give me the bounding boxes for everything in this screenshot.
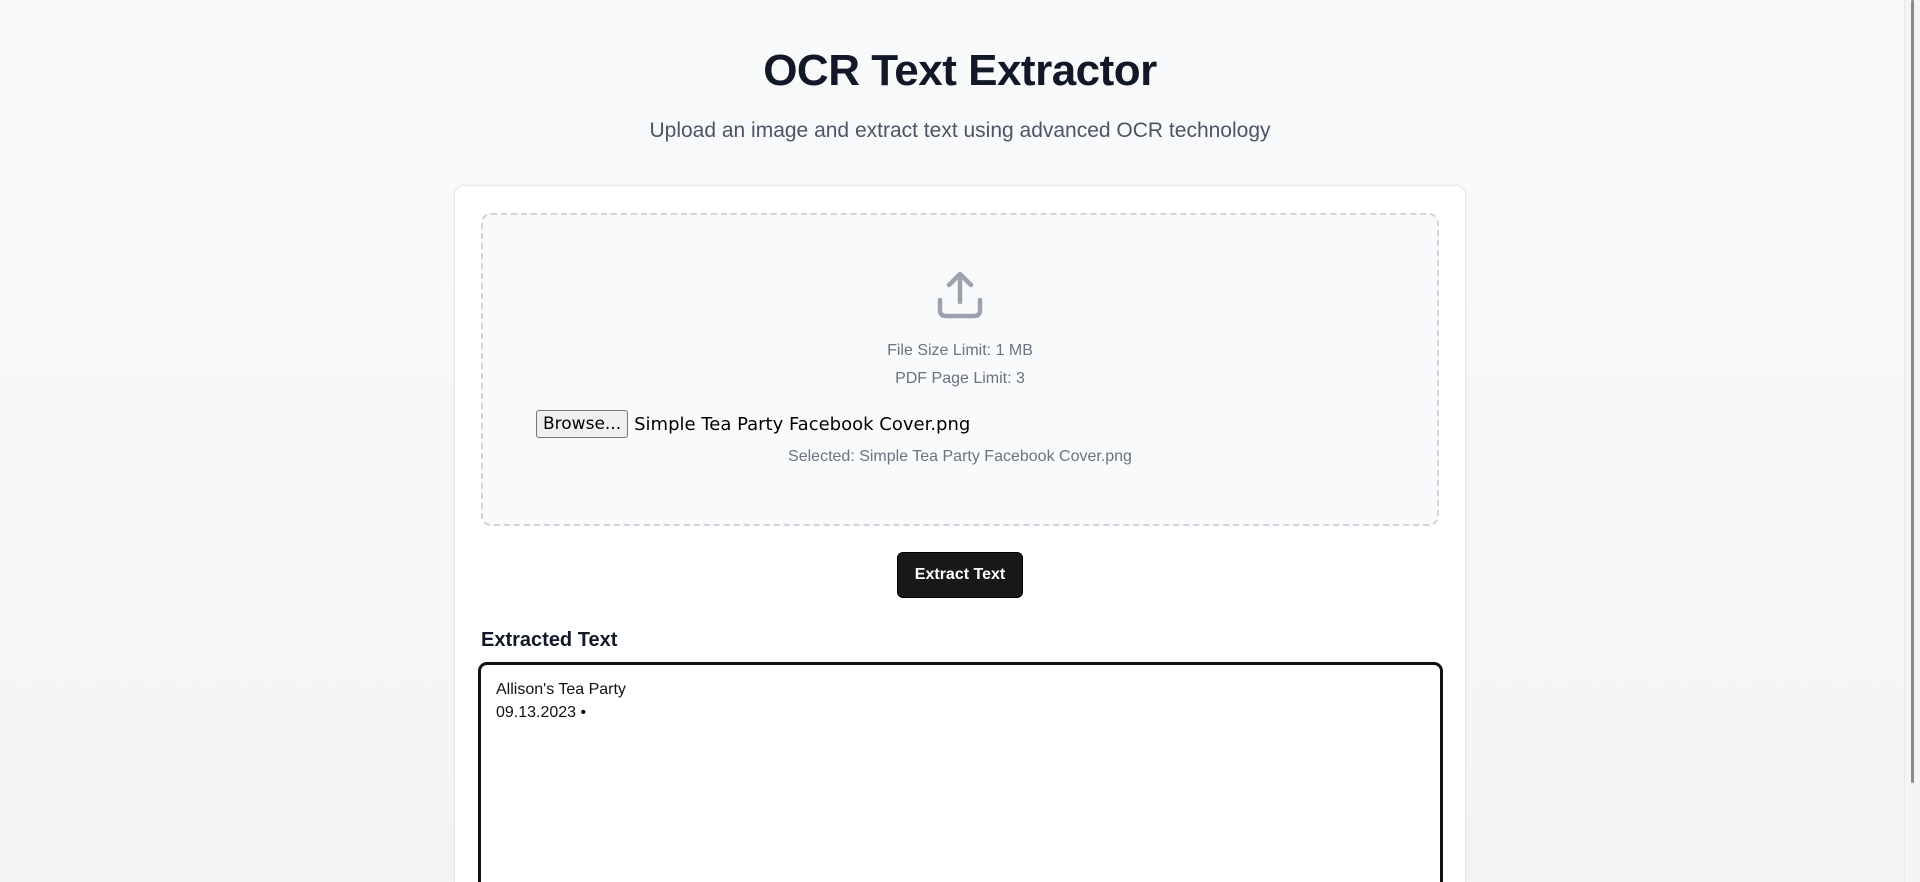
selected-file-name: Simple Tea Party Facebook Cover.png bbox=[634, 413, 971, 435]
page-subtitle: Upload an image and extract text using a… bbox=[649, 119, 1271, 142]
file-input[interactable]: Browse... Simple Tea Party Facebook Cove… bbox=[536, 410, 970, 438]
browse-button[interactable]: Browse... bbox=[536, 410, 629, 438]
pdf-page-limit: PDF Page Limit: 3 bbox=[895, 370, 1025, 387]
page: OCR Text Extractor Upload an image and e… bbox=[0, 0, 1920, 882]
extracted-text-area[interactable]: Allison's Tea Party 09.13.2023 • bbox=[478, 662, 1443, 882]
file-size-limit: File Size Limit: 1 MB bbox=[887, 342, 1033, 359]
selected-file-status: Selected: Simple Tea Party Facebook Cove… bbox=[788, 448, 1132, 465]
extracted-text-heading: Extracted Text bbox=[481, 629, 618, 651]
page-scrollbar[interactable] bbox=[1904, 0, 1920, 882]
page-title: OCR Text Extractor bbox=[763, 46, 1157, 95]
upload-icon bbox=[937, 271, 983, 319]
extract-text-button[interactable]: Extract Text bbox=[897, 552, 1023, 598]
scrollbar-thumb[interactable] bbox=[1911, 0, 1914, 783]
